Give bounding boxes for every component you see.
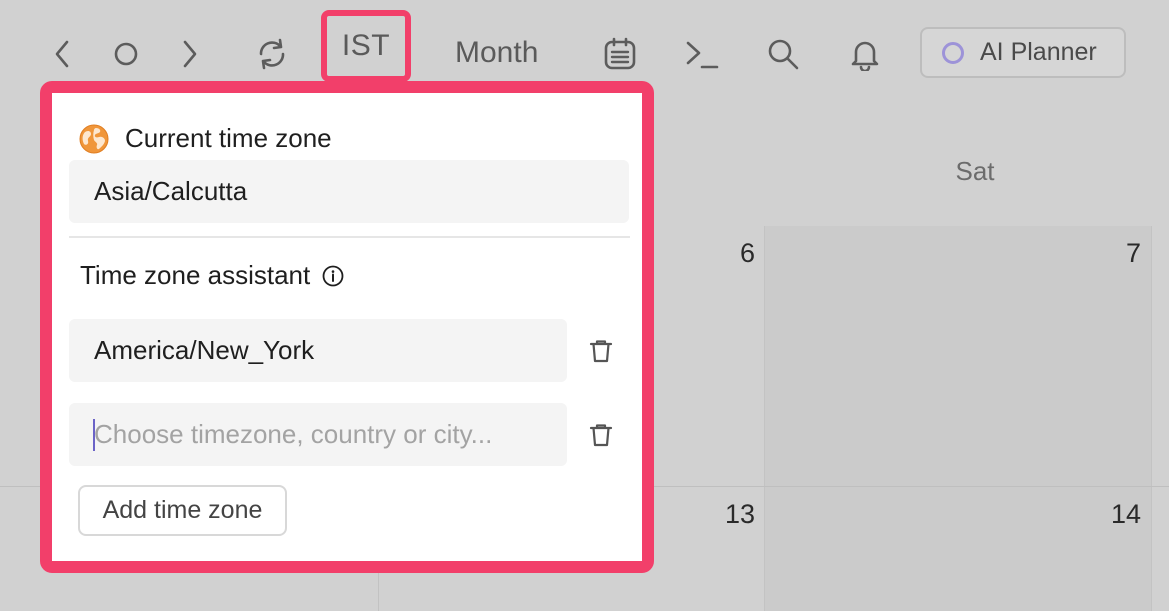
view-selector-month[interactable]: Month bbox=[455, 30, 538, 76]
search-icon[interactable] bbox=[763, 34, 803, 74]
info-icon[interactable] bbox=[322, 265, 344, 287]
refresh-icon[interactable] bbox=[252, 34, 292, 74]
timezone-assistant-title: Time zone assistant bbox=[80, 260, 311, 290]
command-prompt-icon[interactable] bbox=[682, 34, 722, 74]
ai-planner-ring-icon bbox=[942, 41, 964, 64]
notification-bell-icon[interactable] bbox=[845, 34, 885, 74]
previous-icon[interactable] bbox=[42, 34, 82, 74]
text-caret bbox=[93, 419, 95, 451]
timezone-search-input[interactable] bbox=[94, 419, 567, 450]
trash-icon bbox=[589, 424, 613, 447]
today-icon[interactable] bbox=[106, 34, 146, 74]
delete-timezone-button[interactable] bbox=[588, 338, 614, 364]
calendar-app: IST Month AI Planner Sat 6 7 13 14 Curre… bbox=[0, 0, 1169, 611]
delete-timezone-button[interactable] bbox=[588, 422, 614, 448]
add-timezone-button[interactable]: Add time zone bbox=[78, 485, 287, 536]
timezone-button[interactable]: IST bbox=[321, 10, 411, 82]
new-timezone-search-field[interactable] bbox=[69, 403, 567, 466]
current-timezone-field[interactable]: Asia/Calcutta bbox=[69, 160, 629, 223]
day-header-sat: Sat bbox=[955, 156, 995, 186]
current-timezone-header: Current time zone bbox=[79, 123, 332, 154]
date-cell-number[interactable]: 6 bbox=[695, 238, 755, 269]
globe-icon bbox=[79, 124, 109, 153]
date-cell-number[interactable]: 7 bbox=[1081, 238, 1141, 269]
trash-icon bbox=[589, 340, 613, 363]
assistant-timezone-value: America/New_York bbox=[94, 335, 315, 365]
assistant-timezone-field[interactable]: America/New_York bbox=[69, 319, 567, 382]
agenda-calendar-icon[interactable] bbox=[600, 34, 640, 74]
timezone-popover: Current time zone Asia/Calcutta Time zon… bbox=[40, 81, 654, 573]
section-divider bbox=[69, 236, 630, 238]
weekend-column bbox=[764, 226, 1152, 611]
timezone-popover-content: Current time zone Asia/Calcutta Time zon… bbox=[52, 93, 642, 561]
date-cell-number[interactable]: 14 bbox=[1081, 499, 1141, 530]
ai-planner-label: AI Planner bbox=[980, 38, 1097, 66]
ai-planner-button[interactable]: AI Planner bbox=[920, 27, 1126, 78]
timezone-assistant-header: Time zone assistant bbox=[80, 260, 344, 291]
current-timezone-title: Current time zone bbox=[125, 123, 332, 153]
next-icon[interactable] bbox=[170, 34, 210, 74]
date-cell-number[interactable]: 13 bbox=[695, 499, 755, 530]
timezone-button-label: IST bbox=[341, 29, 391, 62]
current-timezone-value: Asia/Calcutta bbox=[94, 176, 248, 206]
